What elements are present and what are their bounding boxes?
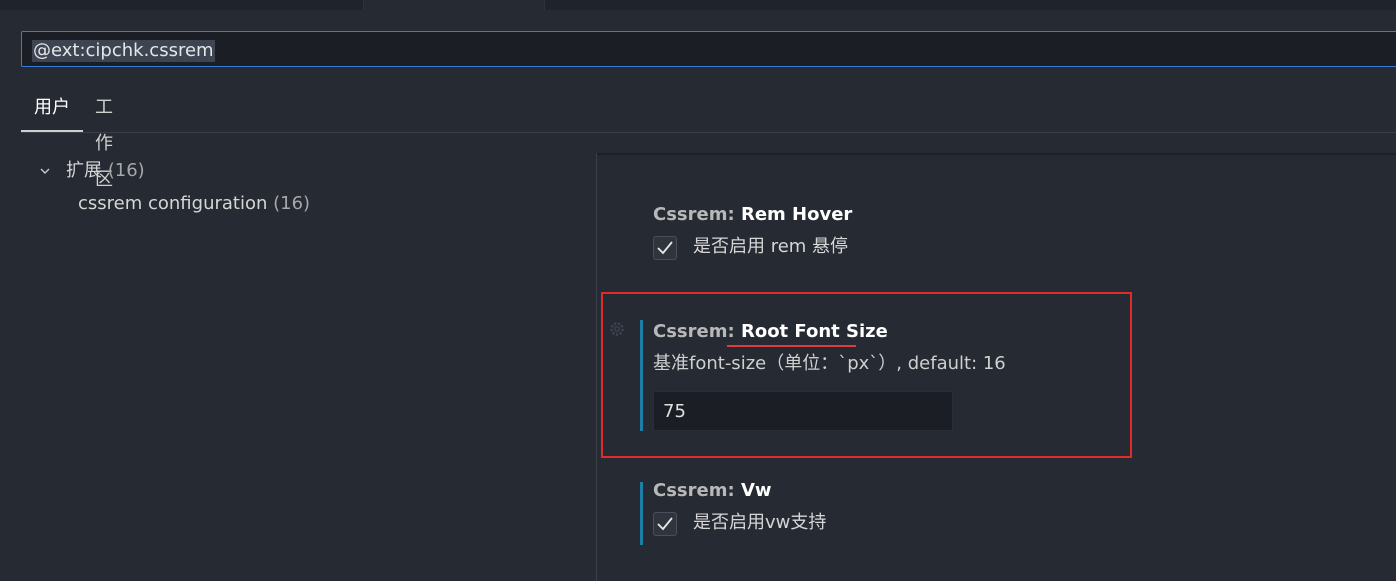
- settings-search-input[interactable]: @ext:cipchk.cssrem: [21, 31, 1396, 67]
- setting-title: Cssrem: Vw: [653, 480, 772, 501]
- setting-title: Cssrem: Rem Hover: [653, 204, 853, 225]
- editor-tab-strip: [0, 0, 1396, 10]
- rem-hover-label: 是否启用 rem 悬停: [693, 236, 849, 257]
- toc-group-count: (16): [107, 160, 145, 181]
- check-icon: [657, 241, 673, 255]
- vw-label: 是否启用vw支持: [693, 512, 827, 533]
- annotation-highlight-box: [601, 292, 1132, 458]
- settings-split-divider[interactable]: [596, 153, 597, 581]
- tab-workspace[interactable]: 工作区: [95, 90, 113, 190]
- editor-tab[interactable]: [363, 0, 545, 10]
- settings-list-top-border: [597, 153, 1396, 155]
- search-query-text: @ext:cipchk.cssrem: [32, 40, 215, 62]
- vw-checkbox[interactable]: [653, 512, 677, 536]
- rem-hover-checkbox[interactable]: [653, 236, 677, 260]
- tabs-divider: [21, 132, 1396, 133]
- toc-item-cssrem-configuration[interactable]: cssrem configuration (16): [78, 192, 310, 216]
- toc-item-label: cssrem configuration: [78, 193, 268, 214]
- tab-user[interactable]: 用户: [21, 90, 83, 132]
- toc-item-count: (16): [273, 193, 311, 214]
- toc-group-label: 扩展 (16): [66, 160, 145, 181]
- check-icon: [657, 517, 673, 531]
- modified-indicator: [640, 482, 643, 545]
- chevron-down-icon: [40, 168, 50, 174]
